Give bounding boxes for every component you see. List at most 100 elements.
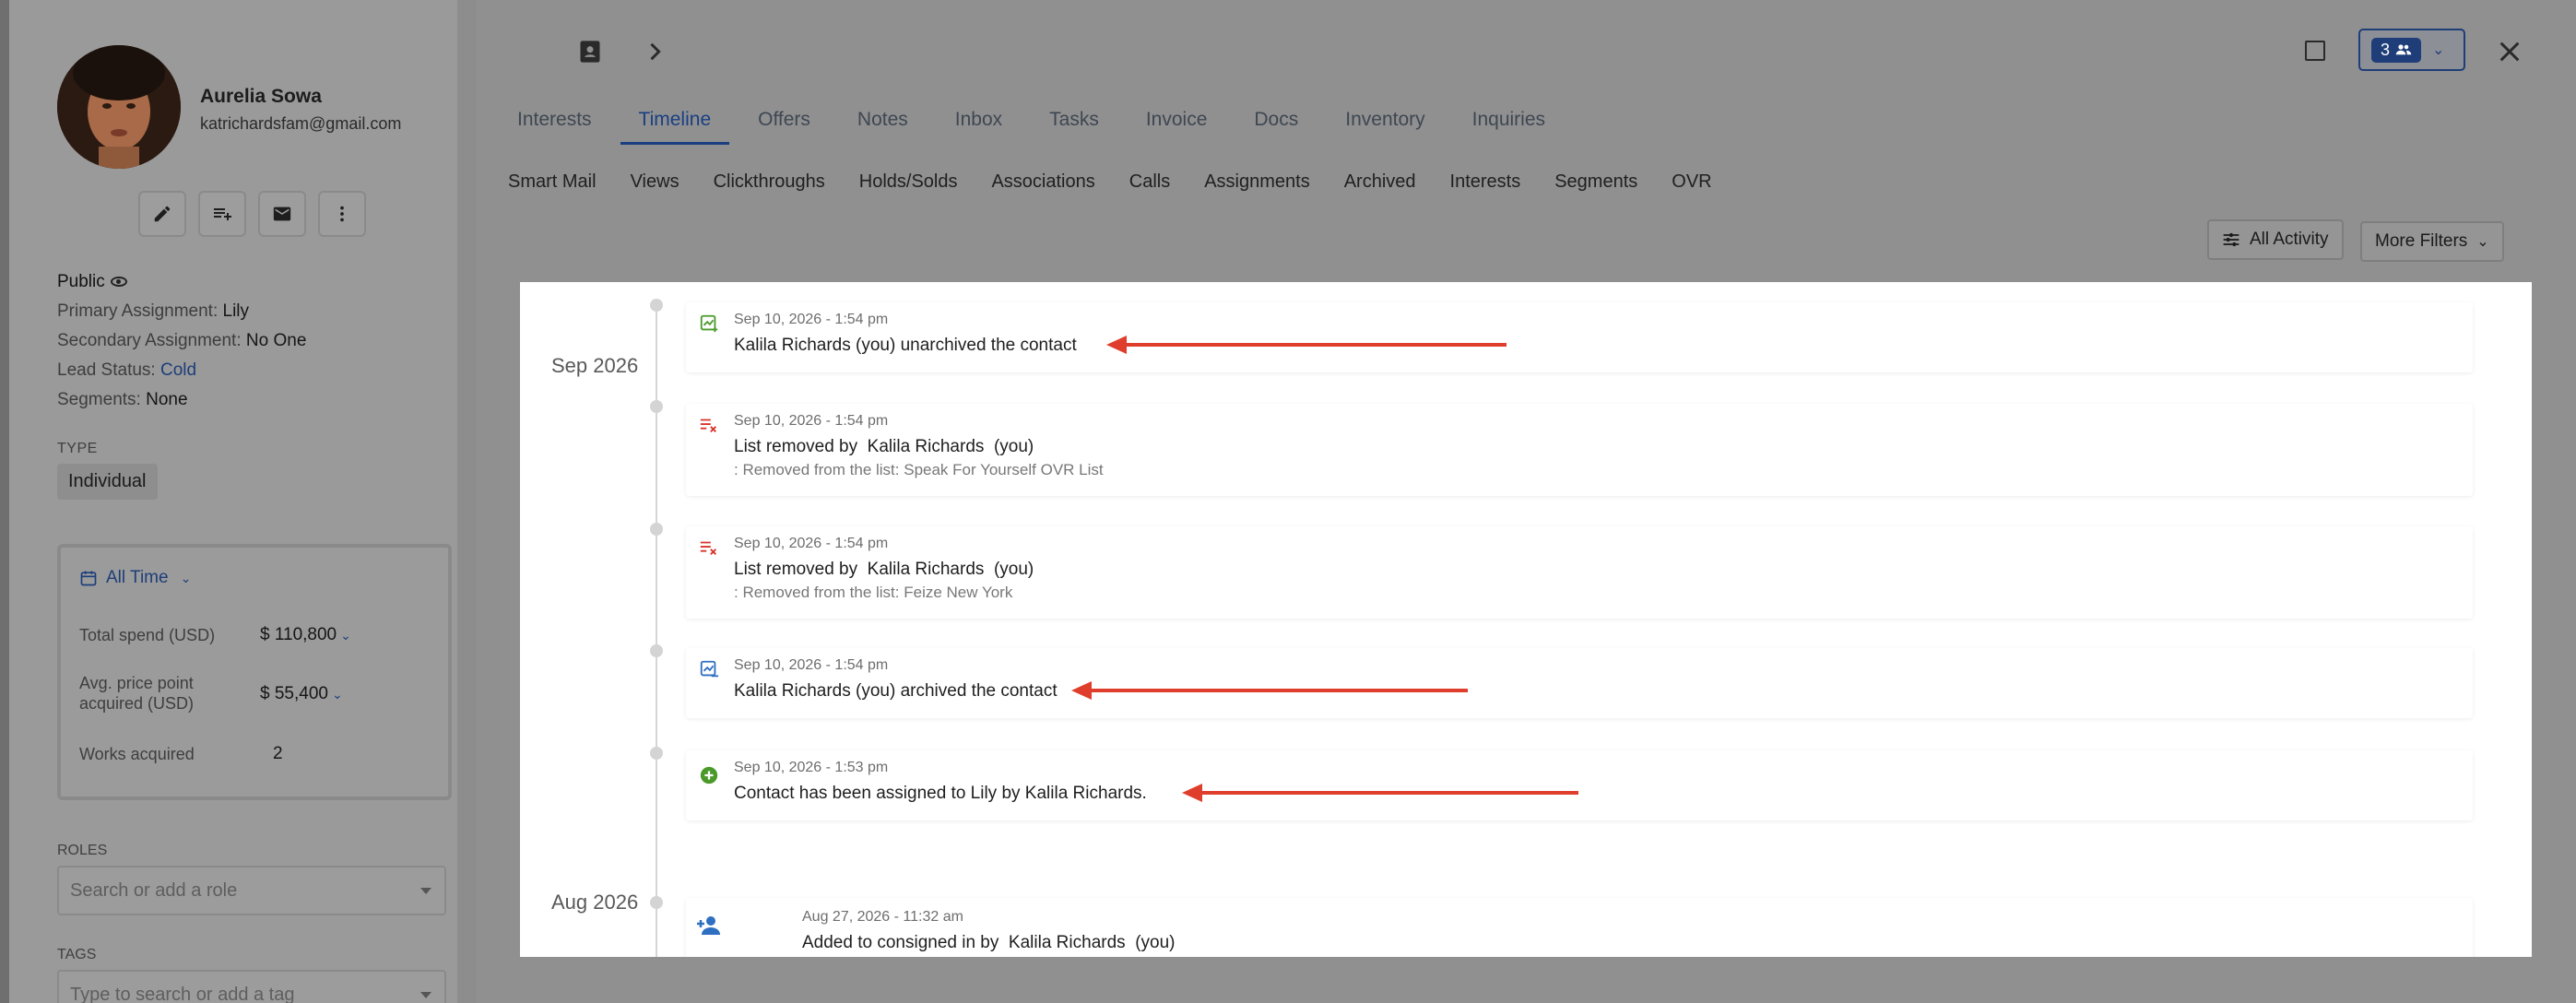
more-options-button[interactable] — [318, 191, 366, 237]
event-subtext: : Removed from the list: Speak For Yours… — [734, 461, 1104, 478]
roles-label: ROLES — [57, 843, 108, 858]
playlist-add-icon — [214, 208, 231, 220]
subtab-calls[interactable]: Calls — [1129, 171, 1170, 193]
timeline-dot — [650, 896, 663, 909]
secondary-assignment-label: Secondary Assignment: — [57, 331, 242, 350]
subtab-interests[interactable]: Interests — [1450, 171, 1521, 193]
tab-offers[interactable]: Offers — [758, 105, 810, 145]
event-text: Kalila Richards (you) unarchived the con… — [734, 336, 1077, 355]
subtab-clickthroughs[interactable]: Clickthroughs — [714, 171, 825, 193]
activity-filter-label: All Activity — [2250, 230, 2329, 249]
total-spend-amount: $ 110,800 — [260, 625, 337, 644]
tab-docs[interactable]: Docs — [1254, 105, 1298, 145]
period-selector[interactable]: All Time ⌄ — [79, 568, 191, 588]
subtab-ovr[interactable]: OVR — [1672, 171, 1711, 193]
dropdown-arrow-icon — [420, 888, 431, 894]
users-dropdown[interactable]: 3 ⌄ — [2358, 29, 2465, 71]
edit-button[interactable] — [138, 191, 186, 237]
contact-info: Public Primary Assignment: Lily Secondar… — [57, 267, 306, 415]
chevron-right-icon[interactable] — [642, 39, 668, 65]
timeline-dot — [650, 299, 663, 312]
contact-actions — [138, 191, 366, 237]
event-time: Sep 10, 2026 - 1:53 pm — [734, 760, 889, 775]
chevron-down-icon: ⌄ — [340, 628, 351, 643]
timeline-dot — [650, 400, 663, 413]
lead-status-label: Lead Status: — [57, 360, 156, 380]
unarchive-icon — [700, 314, 718, 333]
segments-label: Segments: — [57, 390, 141, 409]
chevron-down-icon: ⌄ — [2432, 42, 2445, 58]
primary-tabs: Interests Timeline Offers Notes Inbox Ta… — [517, 105, 1592, 145]
event-text: List removed by Kalila Richards (you) — [734, 560, 1034, 579]
users-count: 3 — [2381, 40, 2391, 59]
month-label: Sep 2026 — [551, 354, 639, 377]
tab-timeline[interactable]: Timeline — [620, 105, 730, 145]
close-icon[interactable] — [2497, 39, 2523, 65]
timeline-dot — [650, 523, 663, 536]
tab-inventory[interactable]: Inventory — [1345, 105, 1424, 145]
avg-price-value[interactable]: $ 55,400 ⌄ — [260, 684, 343, 704]
timeline-event: Sep 10, 2026 - 1:54 pm List removed by K… — [686, 526, 2473, 619]
dropdown-arrow-icon — [420, 992, 431, 998]
background-strip — [0, 0, 9, 1003]
contact-card-icon[interactable] — [577, 39, 603, 65]
subtab-segments[interactable]: Segments — [1554, 171, 1637, 193]
tab-tasks[interactable]: Tasks — [1049, 105, 1099, 145]
subtab-assignments[interactable]: Assignments — [1204, 171, 1310, 193]
subtab-archived[interactable]: Archived — [1344, 171, 1416, 193]
event-text: Kalila Richards (you) archived the conta… — [734, 681, 1058, 701]
timeline-dot — [650, 747, 663, 760]
avg-price-label-line1: Avg. price point — [79, 674, 194, 692]
primary-assignment-value[interactable]: Lily — [223, 301, 250, 321]
chevron-down-icon: ⌄ — [180, 570, 192, 585]
works-label: Works acquired — [79, 745, 195, 763]
subtab-smart-mail[interactable]: Smart Mail — [508, 171, 597, 193]
mail-icon — [273, 206, 291, 221]
segments-value: None — [146, 390, 188, 409]
total-spend-value[interactable]: $ 110,800 ⌄ — [260, 625, 351, 645]
avg-price-label-line2: acquired (USD) — [79, 694, 195, 713]
timeline-event: Sep 10, 2026 - 1:54 pm Kalila Richards (… — [686, 648, 2473, 718]
roles-input[interactable]: Search or add a role — [57, 866, 446, 915]
more-filters-button[interactable]: More Filters ⌄ — [2360, 221, 2504, 262]
event-text: Added to consigned in by Kalila Richards… — [802, 933, 1176, 952]
more-vertical-icon — [340, 206, 344, 222]
annotation-arrow — [1106, 336, 1507, 354]
tab-inquiries[interactable]: Inquiries — [1472, 105, 1545, 145]
expand-button[interactable] — [2305, 41, 2325, 61]
contact-name: Aurelia Sowa — [200, 86, 322, 107]
primary-assignment-label: Primary Assignment: — [57, 301, 219, 321]
footer-strip — [520, 957, 2532, 1003]
stats-box: All Time ⌄ Total spend (USD) $ 110,800 ⌄ … — [57, 544, 452, 800]
group-icon — [2395, 44, 2412, 55]
secondary-assignment-value[interactable]: No One — [246, 331, 306, 350]
subtab-associations[interactable]: Associations — [991, 171, 1094, 193]
tab-inbox[interactable]: Inbox — [955, 105, 1002, 145]
tags-input[interactable]: Type to search or add a tag — [57, 970, 446, 1003]
lead-status-value[interactable]: Cold — [160, 360, 196, 380]
tab-notes[interactable]: Notes — [857, 105, 908, 145]
tab-invoice[interactable]: Invoice — [1146, 105, 1208, 145]
activity-filter-button[interactable]: All Activity — [2207, 219, 2344, 260]
secondary-tabs: Smart Mail Views Clickthroughs Holds/Sol… — [508, 171, 1746, 193]
timeline-event: Sep 10, 2026 - 1:53 pm Contact has been … — [686, 750, 2473, 820]
event-text: Contact has been assigned to Lily by Kal… — [734, 784, 1147, 803]
email-button[interactable] — [258, 191, 306, 237]
event-time: Sep 10, 2026 - 1:54 pm — [734, 413, 889, 429]
add-to-list-button[interactable] — [198, 191, 246, 237]
avg-price-label: Avg. price point acquired (USD) — [79, 673, 194, 714]
subtab-holds-solds[interactable]: Holds/Solds — [859, 171, 958, 193]
timeline-dot — [650, 644, 663, 657]
event-time: Sep 10, 2026 - 1:54 pm — [734, 312, 889, 327]
tab-interests[interactable]: Interests — [517, 105, 592, 145]
calendar-icon — [80, 571, 97, 586]
avg-price-amount: $ 55,400 — [260, 684, 328, 703]
tags-label: TAGS — [57, 947, 97, 962]
visibility-label: Public — [57, 272, 105, 291]
subtab-views[interactable]: Views — [631, 171, 679, 193]
event-time: Sep 10, 2026 - 1:54 pm — [734, 657, 889, 673]
avatar — [57, 45, 181, 169]
period-label: All Time — [106, 568, 169, 587]
type-chip[interactable]: Individual — [57, 464, 158, 500]
list-remove-icon — [700, 541, 716, 555]
